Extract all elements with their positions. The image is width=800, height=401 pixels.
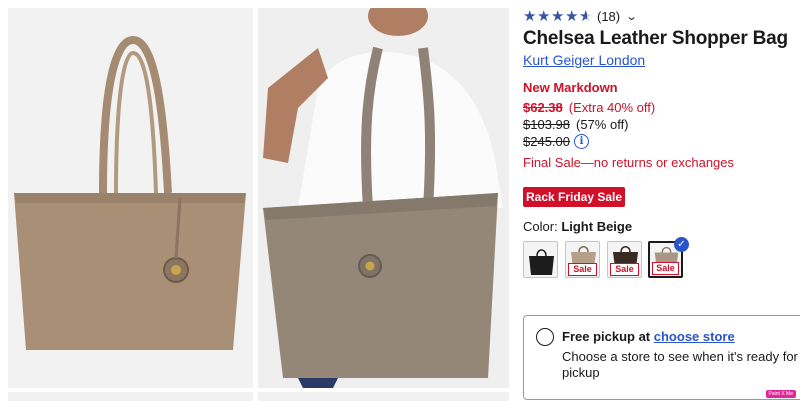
chevron-down-icon[interactable]: ⌄ (626, 10, 638, 23)
product-gallery (0, 0, 510, 401)
pickup-description: Choose a store to see when it's ready fo… (562, 349, 798, 380)
model-with-bag-illustration (258, 8, 509, 388)
selected-check-icon: ✓ (674, 237, 689, 252)
color-label: Color: Light Beige (523, 219, 632, 234)
original-price-row: $245.00 i (523, 134, 589, 149)
product-title: Chelsea Leather Shopper Bag (523, 28, 788, 49)
brand-link[interactable]: Kurt Geiger London (523, 52, 645, 68)
sale-tag: Sale (568, 263, 597, 276)
star-icon: ★ (523, 7, 537, 25)
selected-color-name: Light Beige (561, 219, 633, 234)
sale-tag: Sale (610, 263, 639, 276)
tote-bag-illustration (8, 8, 253, 388)
final-sale-note: Final Sale—no returns or exchanges (523, 155, 735, 170)
star-rating: ★ ★ ★ ★ ★ ★ (523, 9, 593, 24)
previous-discount: (57% off) (576, 117, 629, 132)
star-icon: ★ (565, 7, 579, 25)
swatch-dark-brown[interactable]: Sale (607, 241, 642, 278)
swatch-print[interactable]: Sale (565, 241, 600, 278)
pickup-radio[interactable] (536, 328, 554, 346)
markdown-label: New Markdown (523, 80, 618, 95)
choose-store-link[interactable]: choose store (654, 329, 735, 344)
thumbnail-strip-left (8, 392, 253, 401)
star-icon: ★ (551, 7, 565, 25)
bag-thumbnail-icon (529, 249, 554, 275)
product-image-tote[interactable] (8, 8, 253, 388)
review-count[interactable]: (18) (597, 9, 620, 24)
info-icon[interactable]: i (574, 134, 589, 149)
event-badge: Rack Friday Sale (523, 187, 626, 207)
half-star-icon: ★ ★ (579, 7, 593, 25)
sale-price-row: $62.38 (Extra 40% off) (523, 100, 655, 115)
product-info-panel: ★ ★ ★ ★ ★ ★ (18) ⌄ Chelsea Leather Shoppe… (523, 0, 800, 401)
color-label-prefix: Color: (523, 219, 558, 234)
thumbnail-strip-right (258, 392, 509, 401)
sale-tag: Sale (652, 262, 679, 275)
sale-price: $62.38 (523, 100, 563, 115)
rating-row[interactable]: ★ ★ ★ ★ ★ ★ (18) ⌄ (523, 6, 638, 26)
corner-tag: Paint X Me (765, 390, 796, 398)
extra-discount: (Extra 40% off) (568, 100, 656, 115)
star-icon: ★ (537, 7, 551, 25)
previous-price-row: $103.98 (57% off) (523, 117, 629, 132)
pickup-title-prefix: Free pickup at (562, 329, 651, 344)
original-price: $245.00 (523, 134, 570, 149)
product-image-model[interactable] (258, 8, 509, 388)
pickup-title: Free pickup at choose store (562, 329, 735, 344)
previous-price: $103.98 (523, 117, 570, 132)
pickup-option-card[interactable]: Free pickup at choose store Choose a sto… (523, 315, 800, 400)
swatch-black[interactable] (523, 241, 558, 278)
